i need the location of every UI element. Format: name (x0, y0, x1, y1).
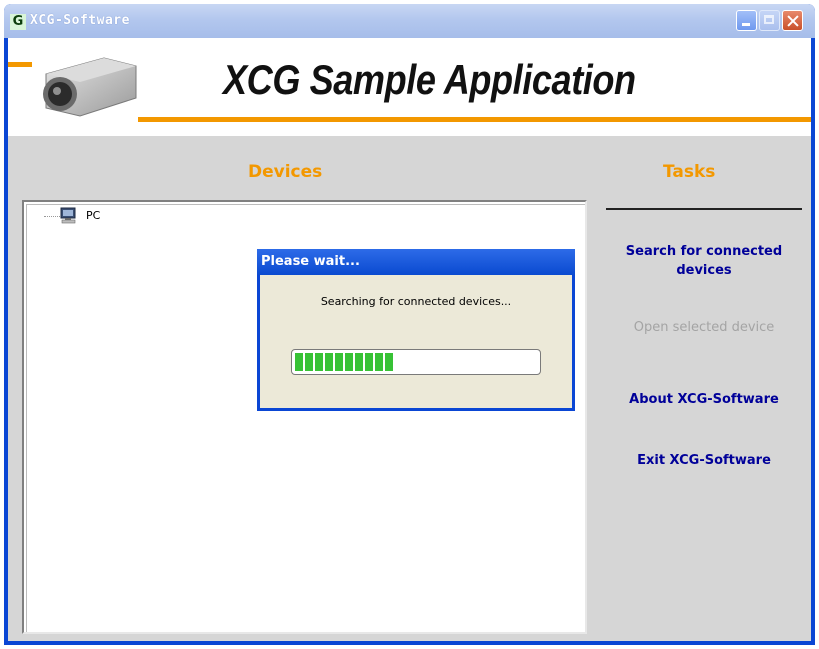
banner-title: XCG Sample Application (223, 56, 636, 103)
please-wait-dialog: Please wait... Searching for connected d… (257, 249, 575, 411)
tree-item-pc[interactable]: PC (86, 209, 100, 222)
title-bar[interactable]: G XCG-Software (4, 4, 815, 38)
dialog-title-bar[interactable]: Please wait... (257, 249, 575, 275)
exit-link[interactable]: Exit XCG-Software (604, 451, 804, 470)
close-button[interactable] (782, 10, 803, 31)
computer-icon (60, 207, 76, 224)
camera-image (43, 57, 137, 117)
search-devices-link[interactable]: Search for connected devices (604, 242, 804, 280)
minimize-button[interactable] (736, 10, 757, 31)
maximize-button (759, 10, 780, 31)
banner: XCG Sample Application (8, 38, 811, 136)
client-area: XCG Sample Application Devices Tasks PC … (8, 38, 811, 641)
app-icon: G (10, 14, 26, 30)
banner-accent-bottom (138, 117, 811, 122)
progress-fill (295, 353, 395, 371)
devices-heading: Devices (248, 162, 323, 182)
window-title: XCG-Software (30, 13, 130, 28)
dialog-title: Please wait... (261, 254, 360, 269)
progress-bar (291, 349, 541, 375)
tasks-divider (606, 208, 802, 210)
main-window: G XCG-Software XCG Sample Application De… (4, 4, 815, 645)
about-link[interactable]: About XCG-Software (604, 390, 804, 409)
open-device-link: Open selected device (633, 320, 775, 335)
tree-connector (44, 216, 62, 217)
dialog-message: Searching for connected devices... (320, 295, 512, 308)
dialog-body: Searching for connected devices... (260, 275, 572, 408)
tasks-heading: Tasks (663, 162, 716, 182)
